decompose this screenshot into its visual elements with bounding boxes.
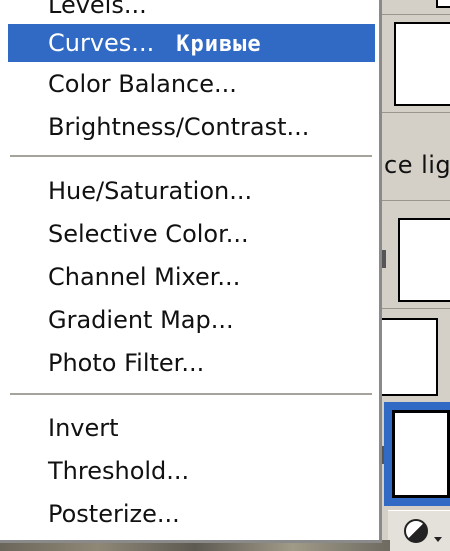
menu-item-color-balance[interactable]: Color Balance...	[8, 65, 375, 103]
adjustments-menu: Levels... Curves... Кривые Color Balance.…	[0, 0, 382, 543]
menu-item-label: Posterize...	[48, 500, 180, 528]
menu-item-label: Brightness/Contrast...	[48, 113, 310, 141]
menu-item-levels[interactable]: Levels...	[8, 0, 375, 24]
layer-name-text: ce ligh	[384, 151, 450, 179]
menu-item-hue-saturation[interactable]: Hue/Saturation...	[8, 172, 375, 210]
new-adjustment-layer-button[interactable]	[388, 510, 450, 551]
menu-item-label: Color Balance...	[48, 70, 237, 98]
menu-item-posterize[interactable]: Posterize...	[8, 495, 375, 533]
selected-layer-row[interactable]	[384, 402, 450, 506]
menu-item-label: Gradient Map...	[48, 306, 234, 334]
layer-thumbnail[interactable]	[392, 410, 450, 498]
layer-thumbnail[interactable]	[380, 318, 438, 396]
menu-item-threshold[interactable]: Threshold...	[8, 452, 375, 490]
half-circle-adjustment-icon	[404, 519, 428, 543]
menu-item-label: Curves...	[48, 29, 155, 57]
layer-thumbnail[interactable]	[436, 0, 450, 8]
palette-divider	[380, 308, 450, 309]
menu-item-label: Threshold...	[48, 457, 190, 485]
menu-item-label: Selective Color...	[48, 220, 249, 248]
layer-thumbnail[interactable]	[398, 218, 450, 302]
dropdown-arrow-icon	[434, 537, 442, 542]
menu-item-selective-color[interactable]: Selective Color...	[8, 215, 375, 253]
menu-item-photo-filter[interactable]: Photo Filter...	[8, 344, 375, 382]
palette-divider	[380, 200, 450, 201]
menu-item-label: Hue/Saturation...	[48, 177, 253, 205]
menu-item-channel-mixer[interactable]: Channel Mixer...	[8, 258, 375, 296]
menu-item-brightness-contrast[interactable]: Brightness/Contrast...	[8, 108, 375, 146]
menu-separator	[10, 393, 372, 396]
menu-item-label: Channel Mixer...	[48, 263, 241, 291]
palette-divider	[380, 14, 450, 15]
menu-item-invert[interactable]: Invert	[8, 409, 375, 447]
menu-item-gradient-map[interactable]: Gradient Map...	[8, 301, 375, 339]
menu-item-label: Invert	[48, 414, 119, 442]
translation-annotation: Кривые	[176, 32, 262, 57]
menu-separator	[10, 155, 372, 158]
layer-thumbnail[interactable]	[394, 22, 450, 106]
palette-divider	[380, 112, 450, 113]
menu-item-label: Levels...	[48, 0, 147, 19]
menu-item-curves[interactable]: Curves... Кривые	[8, 24, 375, 62]
menu-item-label: Photo Filter...	[48, 349, 205, 377]
